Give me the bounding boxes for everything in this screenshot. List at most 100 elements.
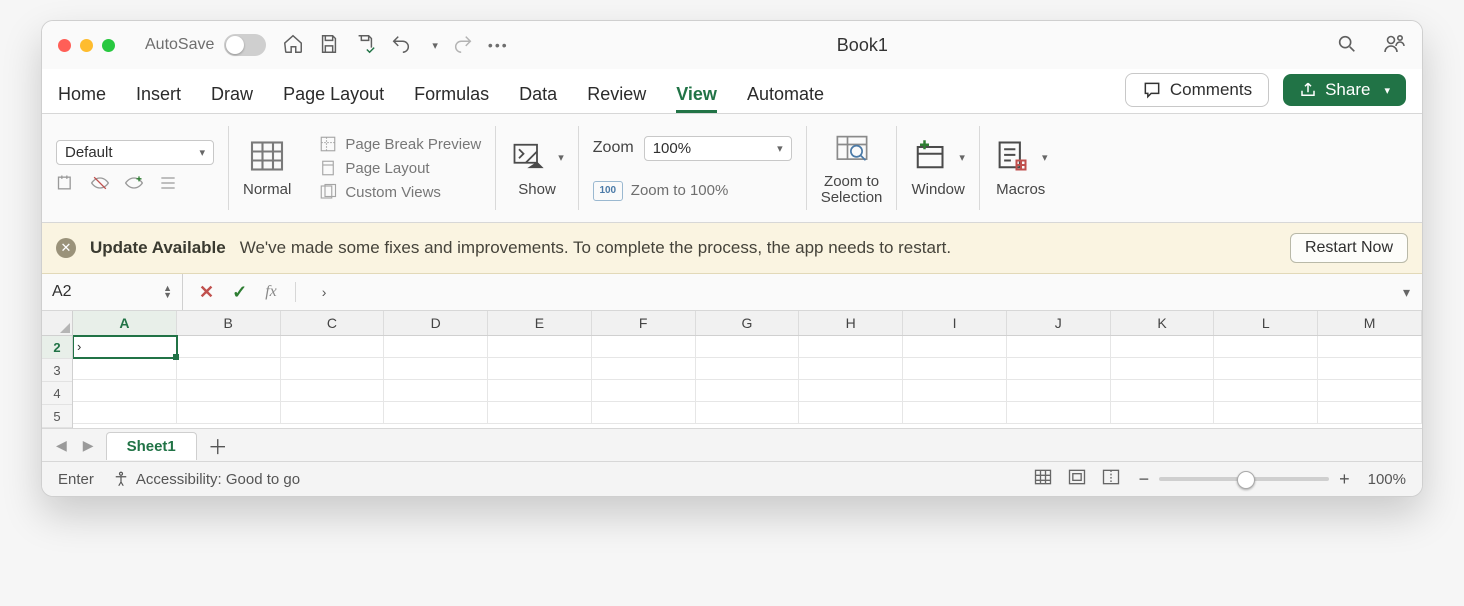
normal-view-mode-icon[interactable]: [1033, 467, 1053, 491]
sheet-tab-active[interactable]: Sheet1: [106, 432, 197, 460]
cell[interactable]: [1111, 380, 1215, 402]
cell[interactable]: [903, 336, 1007, 358]
normal-view-button[interactable]: Normal: [229, 118, 305, 218]
zoom-track[interactable]: [1159, 477, 1329, 481]
cell[interactable]: [1007, 402, 1111, 424]
column-header[interactable]: K: [1111, 311, 1215, 335]
exit-view-icon[interactable]: [90, 173, 110, 196]
cancel-formula-icon[interactable]: ✕: [199, 282, 214, 303]
cell[interactable]: [177, 336, 281, 358]
name-box[interactable]: A2 ▲▼: [42, 274, 183, 310]
cell[interactable]: [1214, 402, 1318, 424]
cell[interactable]: [281, 380, 385, 402]
zoom-percent[interactable]: 100%: [1368, 471, 1406, 488]
column-header[interactable]: E: [488, 311, 592, 335]
maximize-window[interactable]: [102, 39, 115, 52]
cell[interactable]: [1214, 380, 1318, 402]
column-header[interactable]: F: [592, 311, 696, 335]
cell[interactable]: [177, 380, 281, 402]
account-icon[interactable]: [1382, 32, 1406, 59]
search-icon[interactable]: [1336, 33, 1358, 58]
tab-automate[interactable]: Automate: [747, 84, 824, 113]
cell[interactable]: [384, 380, 488, 402]
tab-insert[interactable]: Insert: [136, 84, 181, 113]
cell[interactable]: [592, 336, 696, 358]
cell[interactable]: [592, 402, 696, 424]
cell[interactable]: [903, 380, 1007, 402]
cell[interactable]: [1111, 336, 1215, 358]
cell[interactable]: [592, 380, 696, 402]
tab-view[interactable]: View: [676, 84, 717, 113]
window-dropdown[interactable]: ▾ Window: [897, 118, 979, 218]
row-header[interactable]: 2: [42, 336, 72, 359]
new-view-icon[interactable]: [124, 173, 144, 196]
undo-dropdown[interactable]: ▾: [432, 39, 438, 52]
row-header[interactable]: 5: [42, 405, 72, 428]
cell[interactable]: [696, 402, 800, 424]
cell[interactable]: [73, 358, 177, 380]
zoom-out-button[interactable]: −: [1139, 469, 1150, 490]
cell[interactable]: [1318, 336, 1422, 358]
row-header[interactable]: 4: [42, 382, 72, 405]
column-header[interactable]: A: [73, 311, 177, 335]
column-header[interactable]: B: [177, 311, 281, 335]
cell[interactable]: [488, 380, 592, 402]
cell[interactable]: [696, 358, 800, 380]
restart-now-button[interactable]: Restart Now: [1290, 233, 1408, 263]
cell[interactable]: [73, 402, 177, 424]
expand-formula-bar[interactable]: ▾: [1391, 284, 1422, 301]
sheet-nav-next[interactable]: ▶: [79, 437, 98, 454]
sheet-nav-prev[interactable]: ◀: [52, 437, 71, 454]
undo-icon[interactable]: [390, 33, 412, 58]
page-layout-button[interactable]: Page Layout: [319, 159, 429, 177]
cell[interactable]: [1214, 336, 1318, 358]
cell[interactable]: [281, 402, 385, 424]
macros-dropdown[interactable]: ▾ Macros: [980, 118, 1062, 218]
column-header[interactable]: L: [1214, 311, 1318, 335]
cell[interactable]: [488, 358, 592, 380]
zoom-in-button[interactable]: +: [1339, 469, 1350, 490]
cell[interactable]: [1111, 358, 1215, 380]
name-box-spinner[interactable]: ▲▼: [163, 285, 172, 299]
cell[interactable]: [177, 402, 281, 424]
cell[interactable]: [384, 336, 488, 358]
row-header[interactable]: 3: [42, 359, 72, 382]
page-break-mode-icon[interactable]: [1101, 467, 1121, 491]
cell[interactable]: [799, 358, 903, 380]
zoom-slider[interactable]: − +: [1139, 469, 1350, 490]
cell[interactable]: [1318, 402, 1422, 424]
tab-page-layout[interactable]: Page Layout: [283, 84, 384, 113]
cell[interactable]: [488, 336, 592, 358]
cell[interactable]: [73, 380, 177, 402]
column-header[interactable]: I: [903, 311, 1007, 335]
cell[interactable]: [799, 336, 903, 358]
zoom-to-100-button[interactable]: 100 Zoom to 100%: [593, 181, 729, 201]
home-icon[interactable]: [282, 33, 304, 58]
save-icon[interactable]: [318, 33, 340, 58]
zoom-to-selection-button[interactable]: Zoom toSelection: [807, 118, 897, 218]
close-banner-button[interactable]: ✕: [56, 238, 76, 258]
cell[interactable]: [1007, 380, 1111, 402]
cell[interactable]: [1007, 336, 1111, 358]
share-button[interactable]: Share ▾: [1283, 74, 1406, 106]
column-header[interactable]: H: [799, 311, 903, 335]
cell[interactable]: [488, 402, 592, 424]
page-break-preview-button[interactable]: Page Break Preview: [319, 135, 481, 153]
cell[interactable]: [177, 358, 281, 380]
tab-review[interactable]: Review: [587, 84, 646, 113]
fx-icon[interactable]: fx: [265, 283, 277, 301]
column-header[interactable]: C: [281, 311, 385, 335]
cell[interactable]: [384, 402, 488, 424]
column-header[interactable]: G: [696, 311, 800, 335]
cell[interactable]: [696, 380, 800, 402]
add-sheet-button[interactable]: ＋: [205, 432, 231, 458]
formula-input[interactable]: ›: [312, 284, 1391, 300]
cell[interactable]: [903, 402, 1007, 424]
accept-formula-icon[interactable]: ✓: [232, 282, 247, 303]
cell[interactable]: [1318, 380, 1422, 402]
cell[interactable]: [384, 358, 488, 380]
zoom-thumb[interactable]: [1237, 471, 1255, 489]
redo-icon[interactable]: [452, 33, 474, 58]
zoom-dropdown[interactable]: 100% ▾: [644, 136, 792, 161]
keep-view-icon[interactable]: [56, 173, 76, 196]
